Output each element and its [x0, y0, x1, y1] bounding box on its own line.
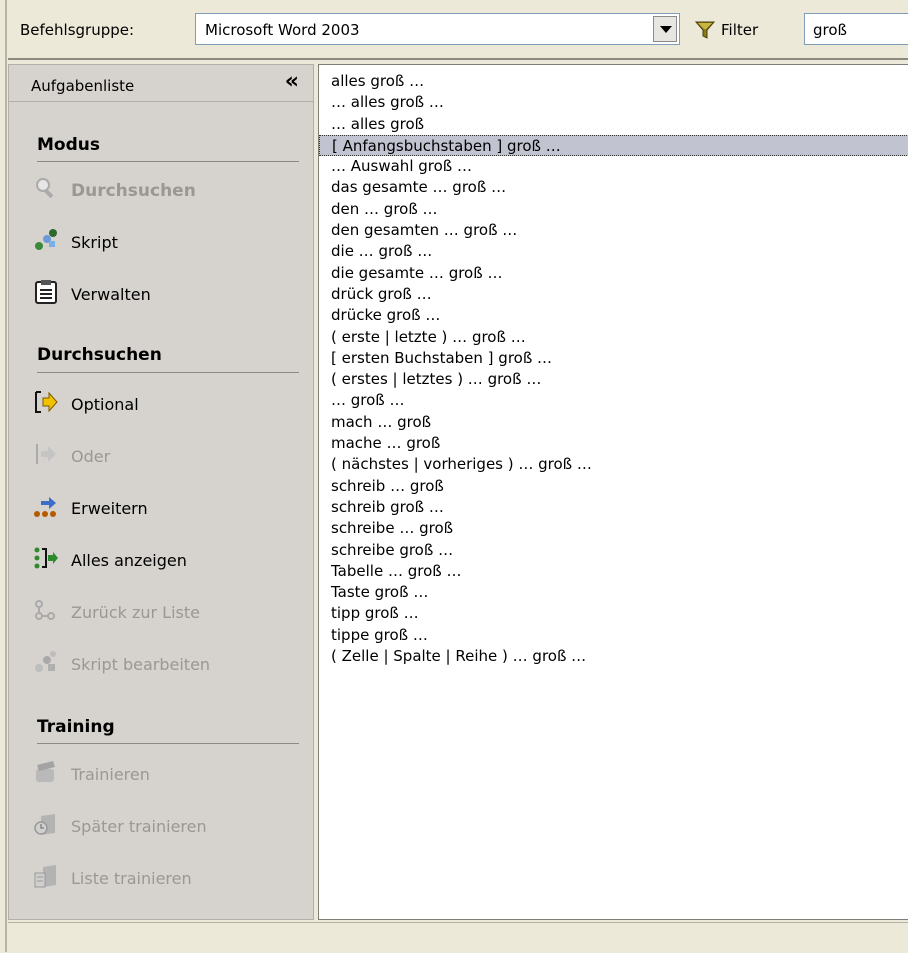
- list-item[interactable]: [ ersten Buchstaben ] groß …: [319, 348, 908, 369]
- list-item[interactable]: den gesamten … groß …: [319, 220, 908, 241]
- list-item[interactable]: alles groß …: [319, 71, 908, 92]
- section-title-training: Training: [37, 717, 115, 737]
- browse-expand-button[interactable]: Erweitern: [33, 485, 303, 525]
- browse-or-button[interactable]: Oder: [33, 433, 303, 473]
- mode-manage-label: Verwalten: [71, 285, 151, 304]
- browse-or-label: Oder: [71, 447, 111, 466]
- list-item[interactable]: mache … groß: [319, 433, 908, 454]
- optional-icon: [35, 391, 58, 413]
- training-train-list-button[interactable]: Liste trainieren: [33, 855, 303, 895]
- list-item[interactable]: … alles groß: [319, 114, 908, 135]
- status-bar: [8, 922, 908, 953]
- list-item[interactable]: schreibe groß …: [319, 540, 908, 561]
- section-title-modus: Modus: [37, 135, 100, 155]
- list-item[interactable]: Tabelle … groß …: [319, 561, 908, 582]
- mode-script-label: Skript: [71, 233, 118, 252]
- training-train-later-button[interactable]: Später trainieren: [33, 803, 303, 843]
- list-item[interactable]: tipp groß …: [319, 603, 908, 624]
- magnifier-icon: [36, 178, 54, 199]
- command-group-select[interactable]: Microsoft Word 2003: [195, 13, 680, 45]
- list-item-selected[interactable]: [ Anfangsbuchstaben ] groß …: [319, 134, 908, 157]
- train-list-icon: [34, 865, 56, 888]
- list-item[interactable]: das gesamte … groß …: [319, 177, 908, 198]
- list-item[interactable]: … groß …: [319, 390, 908, 411]
- browse-show-all-label: Alles anzeigen: [71, 551, 187, 570]
- list-item[interactable]: tippe groß …: [319, 625, 908, 646]
- or-arrow-icon: [36, 444, 56, 464]
- list-item[interactable]: die gesamte … groß …: [319, 263, 908, 284]
- browse-show-all-button[interactable]: Alles anzeigen: [33, 537, 303, 577]
- filter-input-value: groß: [813, 21, 847, 39]
- list-item[interactable]: ( erstes | letztes ) … groß …: [319, 369, 908, 390]
- list-item[interactable]: drücke groß …: [319, 305, 908, 326]
- list-item[interactable]: schreib groß …: [319, 497, 908, 518]
- list-item[interactable]: ( erste | letzte ) … groß …: [319, 327, 908, 348]
- list-item[interactable]: … Auswahl groß …: [319, 156, 908, 177]
- list-item[interactable]: schreibe … groß: [319, 518, 908, 539]
- list-item[interactable]: Taste groß …: [319, 582, 908, 603]
- browse-optional-label: Optional: [71, 395, 139, 414]
- section-title-durchsuchen: Durchsuchen: [37, 345, 162, 365]
- edit-script-icon: [35, 651, 56, 672]
- training-train-button[interactable]: Trainieren: [33, 751, 303, 791]
- command-group-label: Befehlsgruppe:: [20, 21, 135, 39]
- sidebar-title: Aufgabenliste: [31, 77, 135, 95]
- list-item[interactable]: ( Zelle | Spalte | Reihe ) … groß …: [319, 646, 908, 667]
- command-list[interactable]: alles groß …… alles groß …… alles groß[ …: [318, 64, 908, 920]
- section-divider: [37, 372, 299, 373]
- training-train-later-label: Später trainieren: [71, 817, 207, 836]
- mode-browse-label: Durchsuchen: [71, 181, 196, 201]
- expand-icon: [34, 497, 56, 517]
- window-left-edge: [5, 0, 7, 952]
- list-item[interactable]: drück groß …: [319, 284, 908, 305]
- clipboard-icon: [35, 280, 57, 304]
- chevron-down-icon[interactable]: [653, 16, 677, 42]
- back-to-list-icon: [35, 600, 55, 620]
- command-list-items: alles groß …… alles groß …… alles groß[ …: [319, 71, 908, 667]
- browse-edit-script-label: Skript bearbeiten: [71, 655, 211, 674]
- list-item[interactable]: den … groß …: [319, 199, 908, 220]
- browse-edit-script-button[interactable]: Skript bearbeiten: [33, 641, 303, 681]
- browse-expand-label: Erweitern: [71, 499, 148, 518]
- collapse-icon[interactable]: «: [285, 71, 299, 93]
- task-sidebar: Aufgabenliste « Modus Durchsuchen Skript…: [8, 64, 314, 920]
- section-divider: [37, 743, 299, 744]
- mode-script-button[interactable]: Skript: [33, 219, 303, 259]
- mode-browse-button[interactable]: Durchsuchen: [33, 167, 303, 207]
- browse-optional-button[interactable]: Optional: [33, 381, 303, 421]
- filter-input[interactable]: groß: [804, 13, 908, 45]
- browse-back-to-list-button[interactable]: Zurück zur Liste: [33, 589, 303, 629]
- sidebar-header: Aufgabenliste «: [9, 65, 313, 102]
- mode-manage-button[interactable]: Verwalten: [33, 271, 303, 311]
- list-item[interactable]: die … groß …: [319, 241, 908, 262]
- list-item[interactable]: mach … groß: [319, 412, 908, 433]
- list-item[interactable]: … alles groß …: [319, 92, 908, 113]
- command-group-value: Microsoft Word 2003: [205, 21, 360, 39]
- show-all-icon: [34, 547, 58, 569]
- list-item[interactable]: schreib … groß: [319, 476, 908, 497]
- training-train-label: Trainieren: [71, 765, 150, 784]
- train-later-icon: [34, 814, 55, 835]
- training-train-list-label: Liste trainieren: [71, 869, 192, 888]
- script-icon: [35, 229, 57, 250]
- train-icon: [36, 761, 55, 782]
- filter-label[interactable]: Filter: [721, 21, 758, 39]
- app-window: Befehlsgruppe: Microsoft Word 2003 Filte…: [0, 0, 908, 953]
- toolbar: Befehlsgruppe: Microsoft Word 2003 Filte…: [8, 0, 908, 60]
- filter-icon[interactable]: [694, 19, 716, 41]
- browse-back-to-list-label: Zurück zur Liste: [71, 603, 200, 622]
- section-divider: [37, 161, 299, 162]
- list-item[interactable]: ( nächstes | vorheriges ) … groß …: [319, 454, 908, 475]
